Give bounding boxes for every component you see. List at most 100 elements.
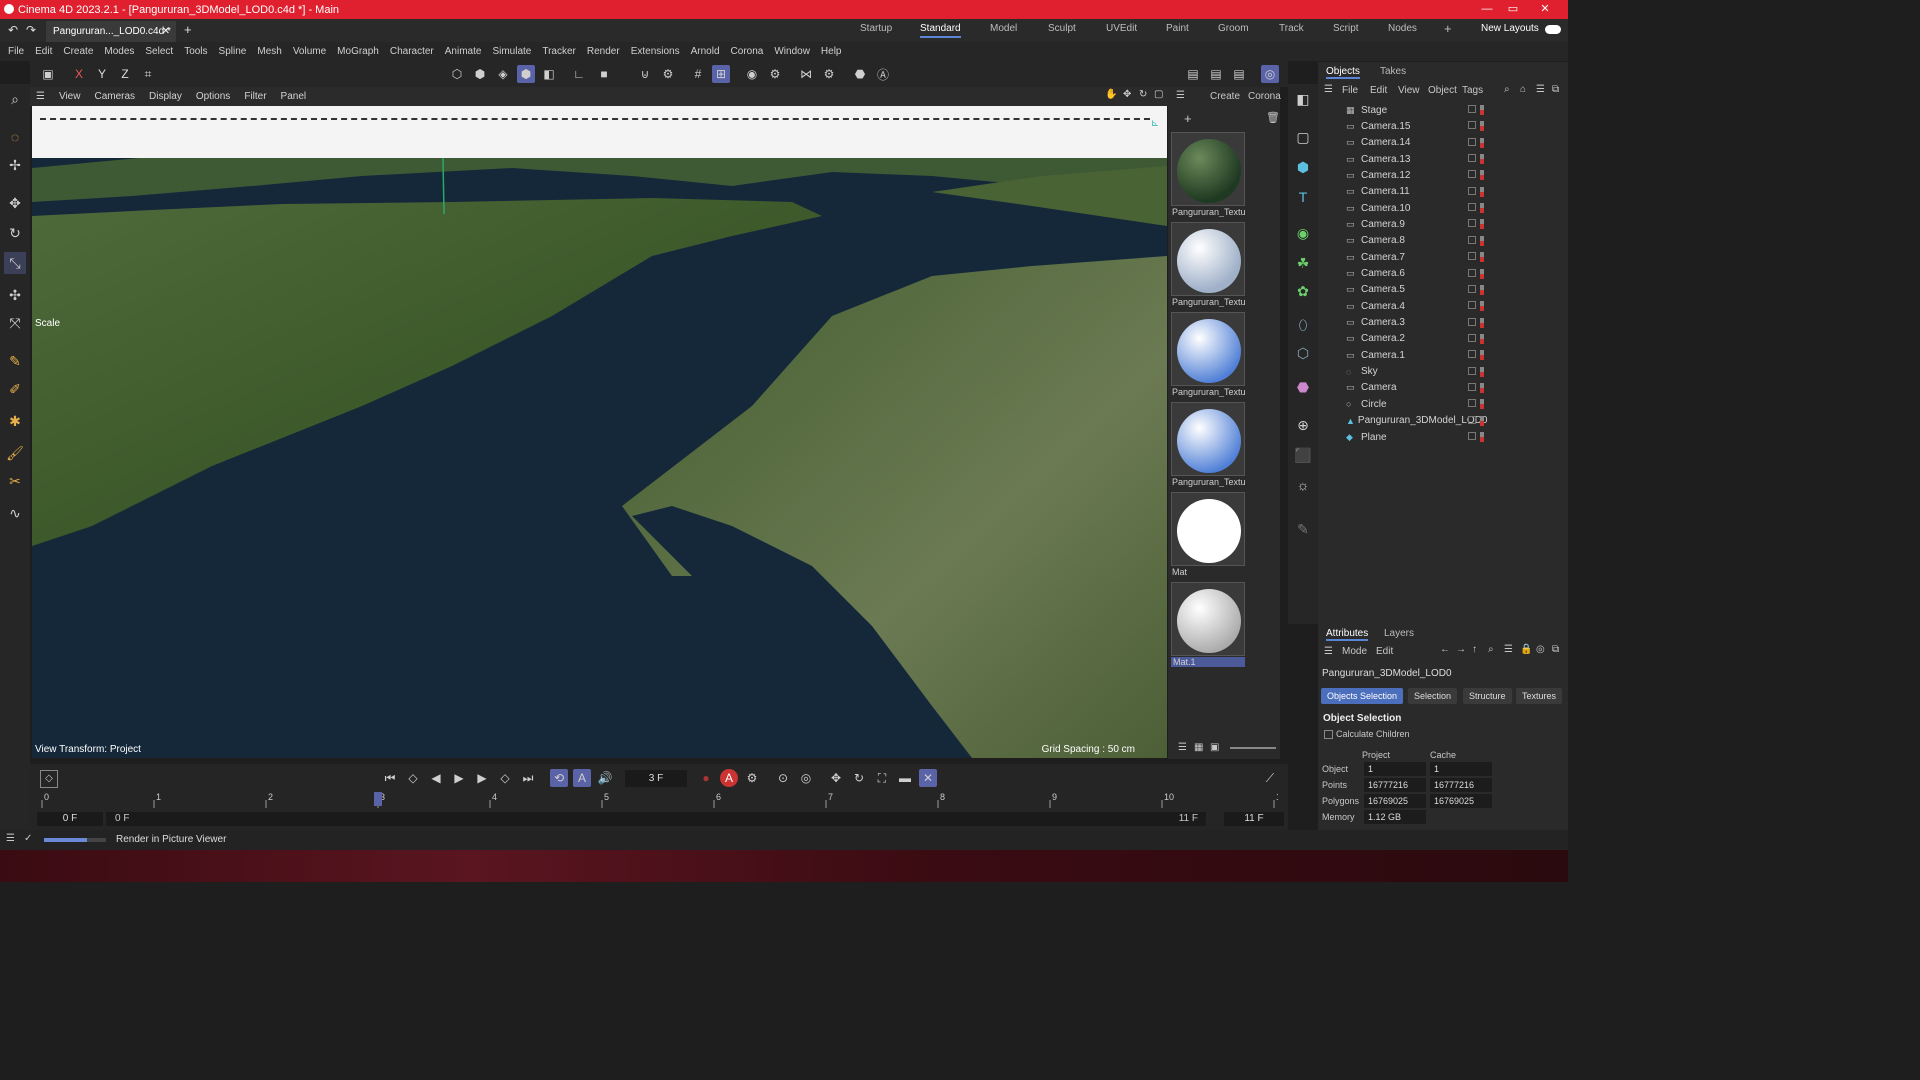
layout-tab-uvedit[interactable]: UVEdit (1106, 23, 1137, 34)
tweak-icon[interactable]: ✢ (4, 154, 26, 176)
visibility-dots[interactable] (1480, 235, 1484, 246)
object-row[interactable]: ▭ Camera.11 (1346, 184, 1486, 200)
layout-tab-model[interactable]: Model (990, 23, 1017, 34)
object-menu-edit[interactable]: Edit (1370, 85, 1387, 96)
edit-icon[interactable]: ✎ (1292, 518, 1314, 540)
add-material-icon[interactable]: + (1184, 111, 1192, 126)
volume-icon[interactable]: ⬡ (1292, 342, 1314, 364)
menu-mograph[interactable]: MoGraph (337, 46, 379, 57)
record-icon[interactable]: ● (697, 769, 715, 787)
model-mode-icon[interactable]: ⬢ (517, 65, 535, 83)
subtab-objects-selection[interactable]: Objects Selection (1321, 688, 1404, 704)
layer-checkbox[interactable] (1468, 219, 1476, 228)
render-view-icon[interactable]: ▤ (1184, 65, 1202, 83)
keyframe-icon[interactable]: ◇ (40, 770, 58, 788)
camera-object-icon[interactable]: ⬛ (1292, 444, 1314, 466)
loop-icon[interactable]: ⟲ (550, 769, 568, 787)
key-scale-icon[interactable]: ✥ (827, 769, 845, 787)
rotate-icon[interactable]: ↻ (4, 222, 26, 244)
visibility-dots[interactable] (1480, 317, 1484, 328)
layer-checkbox[interactable] (1468, 121, 1476, 130)
material-swatch[interactable] (1171, 132, 1245, 206)
layout-tab-track[interactable]: Track (1279, 23, 1304, 34)
object-row[interactable]: ▭ Camera.5 (1346, 282, 1486, 298)
list-view-icon[interactable]: ☰ (1178, 742, 1187, 753)
menu-simulate[interactable]: Simulate (492, 46, 531, 57)
menu-tracker[interactable]: Tracker (542, 46, 576, 57)
polygons-mode-icon[interactable]: ◈ (494, 65, 512, 83)
subtab-textures[interactable]: Textures (1516, 688, 1563, 704)
tab-objects[interactable]: Objects (1326, 66, 1360, 79)
menu-window[interactable]: Window (774, 46, 810, 57)
object-row[interactable]: ◆ Plane (1346, 429, 1486, 445)
layer-checkbox[interactable] (1468, 154, 1476, 163)
rotate-view-icon[interactable]: ↻ (1139, 89, 1147, 100)
layer-checkbox[interactable] (1468, 137, 1476, 146)
current-frame-field[interactable]: 3 F (625, 770, 687, 787)
render-region-icon[interactable]: ◉ (743, 65, 761, 83)
object-menu-file[interactable]: File (1342, 85, 1358, 96)
object-row[interactable]: ▭ Camera.12 (1346, 167, 1486, 183)
attr-search-icon[interactable]: ⌕ (1488, 644, 1494, 655)
visibility-dots[interactable] (1480, 170, 1484, 181)
layer-checkbox[interactable] (1468, 252, 1476, 261)
layout-tab-sculpt[interactable]: Sculpt (1048, 23, 1076, 34)
play-icon[interactable]: ▶ (450, 769, 468, 787)
snap-settings-icon[interactable]: ⚙ (659, 65, 677, 83)
menu-tools[interactable]: Tools (184, 46, 207, 57)
view-settings-icon[interactable]: ⬣ (851, 65, 869, 83)
layout-tab-paint[interactable]: Paint (1166, 23, 1189, 34)
layout-tab-startup[interactable]: Startup (860, 23, 892, 34)
workplane-grid-icon[interactable]: ⊞ (712, 65, 730, 83)
next-key-icon[interactable]: ◇ (496, 769, 514, 787)
menu-mesh[interactable]: Mesh (257, 46, 281, 57)
start-frame-field[interactable]: 0 F (37, 812, 103, 826)
pan-view-icon[interactable]: ✋ (1105, 89, 1117, 100)
calculate-children-checkbox[interactable] (1324, 730, 1333, 739)
object-row[interactable]: ▭ Camera.10 (1346, 200, 1486, 216)
redo-icon[interactable]: ↷ (26, 23, 36, 37)
add-layout-icon[interactable]: + (1444, 21, 1452, 36)
object-row[interactable]: ▭ Camera.4 (1346, 298, 1486, 314)
render-picture-viewer-icon[interactable]: ▤ (1207, 65, 1225, 83)
symmetry-settings-icon[interactable]: ⚙ (820, 65, 838, 83)
menu-edit[interactable]: Edit (35, 46, 52, 57)
undo-icon[interactable]: ↶ (8, 23, 18, 37)
visibility-dots[interactable] (1480, 252, 1484, 263)
layer-checkbox[interactable] (1468, 432, 1476, 440)
go-to-start-icon[interactable]: ⏮ (381, 769, 399, 787)
layout-tab-standard[interactable]: Standard (920, 23, 961, 38)
menu-create[interactable]: Create (63, 46, 93, 57)
menu-character[interactable]: Character (390, 46, 434, 57)
layer-checkbox[interactable] (1468, 203, 1476, 212)
attr-menu-icon[interactable]: ☰ (1324, 646, 1333, 657)
search-icon[interactable]: ⌕ (4, 88, 26, 110)
menu-modes[interactable]: Modes (104, 46, 134, 57)
object-menu-icon[interactable]: ☰ (1324, 84, 1333, 95)
object-menu-object[interactable]: Object (1428, 85, 1457, 96)
attr-menu-mode[interactable]: Mode (1342, 646, 1367, 657)
key-param-icon[interactable]: ↻ (850, 769, 868, 787)
cube-outline-icon[interactable]: ▢ (1292, 126, 1314, 148)
menu-spline[interactable]: Spline (219, 46, 247, 57)
new-tab-icon[interactable]: + (184, 22, 192, 37)
object-row[interactable]: ▭ Camera.1 (1346, 347, 1486, 363)
material-swatch[interactable] (1171, 402, 1245, 476)
material-swatch[interactable] (1171, 222, 1245, 296)
object-row[interactable]: ▭ Camera.9 (1346, 216, 1486, 232)
make-editable-icon[interactable]: ▣ (39, 65, 57, 83)
autokey-icon[interactable]: A (720, 769, 738, 787)
object-row[interactable]: ◌ Sky (1346, 364, 1486, 380)
material-menu-icon[interactable]: ☰ (1176, 90, 1185, 101)
menu-volume[interactable]: Volume (293, 46, 326, 57)
spline-pen-icon[interactable]: ✎ (4, 350, 26, 372)
key-rotation-icon[interactable]: ◎ (797, 769, 815, 787)
viewport-menu-display[interactable]: Display (149, 91, 182, 102)
frame-ruler[interactable]: 01234567891011 (38, 790, 1285, 808)
back-icon[interactable]: ← (1440, 644, 1450, 655)
edges-mode-icon[interactable]: ⬢ (471, 65, 489, 83)
cube-icon[interactable]: ⬢ (1292, 156, 1314, 178)
subtab-selection[interactable]: Selection (1408, 688, 1458, 704)
layer-checkbox[interactable] (1468, 170, 1476, 179)
tab-attributes[interactable]: Attributes (1326, 628, 1369, 641)
